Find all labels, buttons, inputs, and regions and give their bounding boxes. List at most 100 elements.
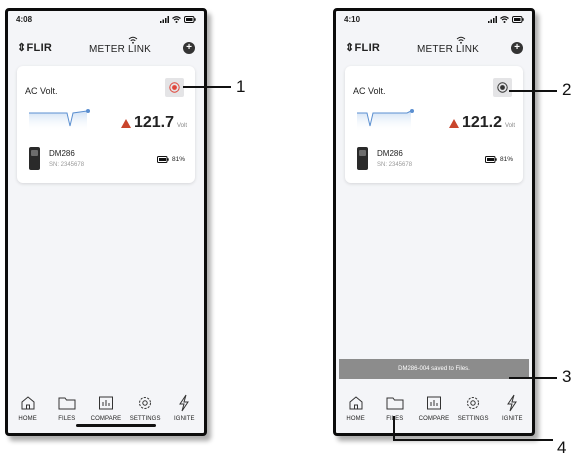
tab-home-label: HOME [18, 416, 37, 422]
battery-icon [484, 156, 497, 163]
flash-icon [507, 394, 518, 412]
meterlink-wifi-icon [128, 36, 138, 44]
battery-level: 81% [499, 156, 513, 163]
tab-files[interactable]: FILES [48, 393, 86, 433]
wifi-icon [500, 16, 509, 23]
home-icon [349, 396, 363, 410]
device-battery: 81% [156, 156, 185, 163]
battery-level: 81% [171, 156, 185, 163]
status-time: 4:08 [16, 15, 33, 24]
trend-sparkline [29, 109, 90, 132]
tab-files[interactable]: FILES [376, 393, 414, 433]
folder-icon [58, 397, 76, 410]
status-icons [160, 16, 196, 23]
callout-1: 1 [236, 77, 246, 96]
meterlink-wifi-icon [456, 36, 466, 44]
record-button[interactable] [165, 78, 184, 97]
tab-bar: HOME FILES COMPARE SETTINGS IGNITE [8, 393, 204, 433]
reading: 121.2 Volt [448, 114, 515, 132]
tab-settings-label: SETTINGS [457, 416, 489, 422]
compare-icon [98, 396, 113, 410]
flir-logo: ⇕FLIR [345, 42, 381, 54]
brand-name: FLIR [26, 42, 53, 54]
tab-files-label: FILES [386, 416, 404, 422]
multimeter-image [29, 147, 40, 170]
callout-line-2 [509, 90, 557, 92]
gear-icon [467, 397, 480, 409]
trend-sparkline [357, 109, 414, 132]
callout-2: 2 [562, 80, 572, 99]
tab-compare-label: COMPARE [90, 416, 122, 422]
tab-files-label: FILES [58, 416, 76, 422]
record-button[interactable] [493, 78, 512, 97]
reading-value: 121.7 [133, 114, 174, 131]
gear-icon [139, 397, 152, 409]
tab-ignite-label: IGNITE [502, 416, 523, 422]
tab-ignite[interactable]: IGNITE [493, 393, 531, 433]
flir-logo: ⇕FLIR [17, 42, 53, 54]
app-header: ⇕FLIR METER LINK + [345, 36, 523, 59]
meter-card[interactable]: AC Volt. 121.7 Volt DM286 SN: 2345678 81… [17, 66, 195, 183]
tab-home[interactable]: HOME [337, 393, 375, 433]
phone-screen-before: 4:08 ⇕FLIR METER LINK + AC Volt. 121.7 V… [5, 8, 207, 436]
callout-line-1 [183, 86, 231, 88]
app-name: METER LINK [89, 44, 152, 55]
trend-up-icon [448, 118, 459, 128]
battery-status-icon [184, 16, 196, 23]
app-name: METER LINK [417, 44, 480, 55]
tab-settings-label: SETTINGS [129, 416, 161, 422]
flash-icon [179, 394, 190, 412]
reading-value: 121.2 [461, 114, 502, 131]
device-name: DM286 [49, 149, 75, 158]
tab-compare[interactable]: COMPARE [87, 393, 125, 433]
measurement-title: AC Volt. [353, 86, 386, 96]
meterlink-logo: METER LINK [89, 36, 152, 55]
battery-icon [156, 156, 169, 163]
multimeter-image [357, 147, 368, 170]
folder-icon [386, 397, 404, 410]
meterlink-logo: METER LINK [417, 36, 480, 55]
callout-3: 3 [562, 367, 572, 386]
status-icons [488, 16, 524, 23]
tab-ignite-label: IGNITE [174, 416, 195, 422]
tab-home[interactable]: HOME [9, 393, 47, 433]
saved-toast: DM286-004 saved to Files. [339, 359, 529, 379]
reading: 121.7 Volt [120, 114, 187, 132]
reading-unit: Volt [176, 123, 187, 129]
brand-name: FLIR [354, 42, 381, 54]
compare-icon [426, 396, 441, 410]
status-bar: 4:08 [16, 15, 196, 27]
callout-line-4-vertical [393, 416, 395, 440]
device-battery: 81% [484, 156, 513, 163]
trend-up-icon [120, 118, 131, 128]
battery-status-icon [512, 16, 524, 23]
tab-compare-label: COMPARE [418, 416, 450, 422]
device-serial: SN: 2345678 [377, 162, 413, 168]
plus-icon[interactable]: + [511, 42, 523, 54]
home-indicator [76, 424, 156, 427]
meter-card[interactable]: AC Volt. 121.2 Volt DM286 SN: 2345678 81… [345, 66, 523, 183]
callout-line-3 [509, 377, 557, 379]
measurement-title: AC Volt. [25, 86, 58, 96]
home-icon [21, 396, 35, 410]
phone-screen-after: 4:10 ⇕FLIR METER LINK + AC Volt. 121.2 V… [333, 8, 535, 436]
app-header: ⇕FLIR METER LINK + [17, 36, 195, 59]
plus-icon[interactable]: + [183, 42, 195, 54]
tab-home-label: HOME [346, 416, 365, 422]
record-icon [169, 82, 180, 93]
status-time: 4:10 [344, 15, 361, 24]
wifi-icon [172, 16, 181, 23]
tab-compare[interactable]: COMPARE [415, 393, 453, 433]
tab-settings[interactable]: SETTINGS [126, 393, 164, 433]
record-icon [497, 82, 508, 93]
status-bar: 4:10 [344, 15, 524, 27]
reading-unit: Volt [504, 123, 515, 129]
device-serial: SN: 2345678 [49, 162, 85, 168]
signal-icon [160, 16, 169, 23]
tab-settings[interactable]: SETTINGS [454, 393, 492, 433]
signal-icon [488, 16, 497, 23]
tab-bar: HOME FILES COMPARE SETTINGS IGNITE [336, 393, 532, 433]
tab-ignite[interactable]: IGNITE [165, 393, 203, 433]
callout-line-4-horizontal [393, 439, 553, 441]
device-name: DM286 [377, 149, 403, 158]
